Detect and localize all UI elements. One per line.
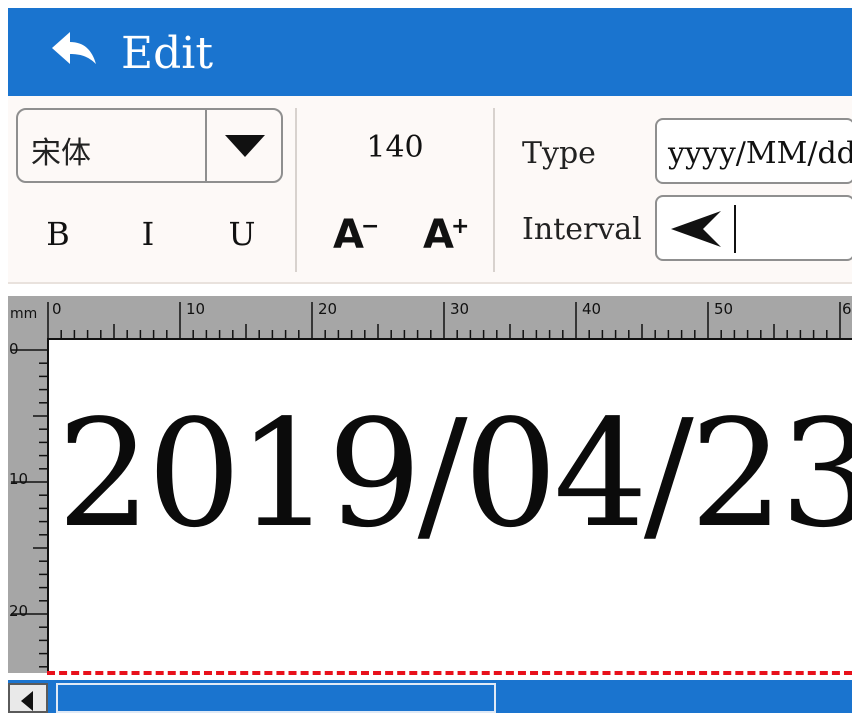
bold-button[interactable]: B bbox=[38, 214, 78, 254]
horizontal-ruler: mm 0 10 20 30 40 50 6 bbox=[8, 296, 852, 338]
type-label: Type bbox=[522, 136, 596, 171]
decrease-font-size-button[interactable]: A − bbox=[333, 210, 383, 260]
italic-button[interactable]: I bbox=[128, 214, 168, 254]
toolbar-divider bbox=[493, 108, 495, 272]
date-text-object[interactable]: 2019/04/23 bbox=[57, 384, 852, 564]
ruler-label: 0 bbox=[9, 340, 19, 358]
back-arrow-icon[interactable] bbox=[50, 30, 98, 68]
chevron-down-icon[interactable] bbox=[225, 135, 265, 157]
interval-label: Interval bbox=[522, 212, 642, 247]
scrollbar-thumb[interactable] bbox=[56, 683, 496, 713]
text-cursor bbox=[734, 205, 736, 253]
ruler-label: 20 bbox=[318, 300, 338, 318]
ruler-label: 0 bbox=[52, 300, 62, 318]
ruler-ticks bbox=[11, 349, 47, 668]
font-family-select[interactable]: 宋体 bbox=[16, 108, 283, 183]
print-boundary-line bbox=[47, 671, 852, 675]
plus-icon: + bbox=[451, 214, 470, 239]
minus-icon: − bbox=[361, 214, 380, 239]
vertical-ruler: 0 10 20 bbox=[8, 338, 47, 673]
ruler-label: 10 bbox=[186, 300, 206, 318]
type-format-field[interactable]: yyyy/MM/dd bbox=[655, 118, 852, 184]
font-family-value: 宋体 bbox=[31, 136, 91, 171]
arrow-left-icon bbox=[21, 691, 33, 711]
interval-field[interactable] bbox=[655, 195, 852, 261]
decrease-letter: A bbox=[333, 212, 364, 258]
ruler-label: 20 bbox=[9, 602, 29, 620]
ruler-label: 10 bbox=[9, 470, 29, 488]
label-canvas[interactable]: 2019/04/23 bbox=[47, 338, 852, 673]
ruler-label: 50 bbox=[714, 300, 734, 318]
type-format-value: yyyy/MM/dd bbox=[668, 136, 852, 171]
select-divider bbox=[205, 110, 207, 181]
ruler-label: 6 bbox=[842, 300, 852, 318]
scroll-left-button[interactable] bbox=[8, 683, 48, 713]
arrow-left-icon bbox=[671, 211, 721, 247]
font-size-value: 140 bbox=[366, 130, 424, 165]
ruler-label: 40 bbox=[582, 300, 602, 318]
toolbar-divider bbox=[295, 108, 297, 272]
increase-font-size-button[interactable]: A + bbox=[423, 210, 473, 260]
page-title: Edit bbox=[121, 28, 214, 79]
underline-button[interactable]: U bbox=[222, 214, 262, 254]
ruler-label: 30 bbox=[450, 300, 470, 318]
increase-letter: A bbox=[423, 212, 454, 258]
